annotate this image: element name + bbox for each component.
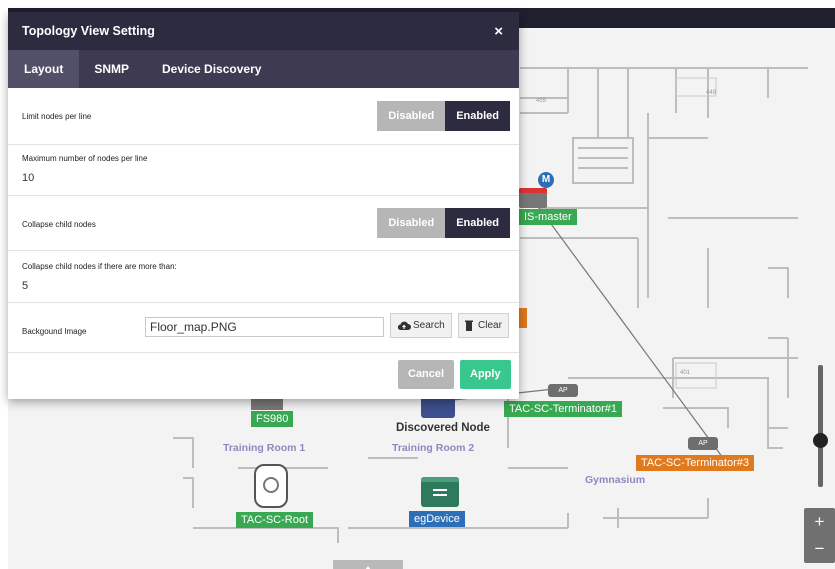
node-label-tac-sc-root[interactable]: TAC-SC-Root (236, 512, 314, 528)
router-icon[interactable] (254, 464, 288, 508)
background-image-row: Backgound Image Floor_map.PNG Search Cle… (8, 303, 519, 353)
pan-up-button[interactable] (333, 560, 403, 569)
room-number: 455 (536, 98, 547, 104)
cloud-upload-icon (397, 321, 411, 330)
node-label-egdevice[interactable]: egDevice (409, 511, 465, 527)
collapse-threshold-row: Collapse child nodes if there are more t… (8, 251, 519, 303)
node-label-discovered[interactable]: Discovered Node (396, 422, 490, 434)
device-icon[interactable] (421, 477, 459, 507)
background-image-input[interactable]: Floor_map.PNG (145, 317, 384, 337)
zoom-in-button[interactable]: + (804, 508, 835, 535)
tab-layout[interactable]: Layout (8, 50, 80, 88)
room-label: Gymnasium (585, 474, 646, 486)
limit-nodes-row: Limit nodes per line Disabled Enabled (8, 88, 519, 145)
limit-nodes-disabled-button[interactable]: Disabled (377, 101, 446, 131)
room-label: Training Room 2 (392, 442, 475, 454)
dialog-footer: Cancel Apply (8, 353, 519, 393)
dialog-title: Topology View Setting (22, 24, 155, 38)
cancel-button[interactable]: Cancel (398, 360, 455, 389)
collapse-threshold-label: Collapse child nodes if there are more t… (22, 262, 177, 271)
max-nodes-input[interactable]: 10 (22, 172, 505, 184)
room-number: 401 (680, 370, 691, 376)
collapse-child-disabled-button[interactable]: Disabled (377, 208, 446, 238)
switch-icon[interactable] (519, 188, 547, 208)
tab-device-discovery[interactable]: Device Discovery (147, 50, 276, 88)
tab-snmp[interactable]: SNMP (79, 50, 147, 88)
apply-button[interactable]: Apply (460, 360, 511, 389)
node-label-fs980[interactable]: FS980 (251, 411, 294, 427)
network-icon[interactable] (421, 396, 455, 418)
access-point-icon[interactable]: AP (548, 384, 578, 397)
max-nodes-label: Maximum number of nodes per line (22, 154, 148, 163)
zoom-slider-handle[interactable] (813, 433, 828, 448)
room-number: 449 (706, 90, 717, 96)
close-button[interactable]: × (494, 23, 503, 40)
room-label: Training Room 1 (223, 442, 306, 454)
trash-icon (465, 320, 473, 331)
limit-nodes-toggle: Disabled Enabled (377, 101, 510, 131)
search-button[interactable]: Search (390, 313, 452, 338)
node-label-is-master[interactable]: IS-master (519, 209, 577, 225)
tab-bar: Layout SNMP Device Discovery (8, 50, 519, 88)
topology-view-setting-dialog: Topology View Setting × Layout SNMP Devi… (8, 12, 519, 399)
manager-badge: M (538, 172, 554, 188)
clear-button[interactable]: Clear (458, 313, 509, 338)
zoom-slider-track[interactable] (818, 365, 823, 487)
collapse-child-enabled-button[interactable]: Enabled (445, 208, 510, 238)
max-nodes-row: Maximum number of nodes per line 10 (8, 145, 519, 196)
access-point-icon[interactable]: AP (688, 437, 718, 450)
node-label-terminator3[interactable]: TAC-SC-Terminator#3 (636, 455, 754, 471)
collapse-child-row: Collapse child nodes Disabled Enabled (8, 196, 519, 251)
limit-nodes-enabled-button[interactable]: Enabled (445, 101, 510, 131)
zoom-controls: + − (804, 508, 835, 563)
search-button-label: Search (413, 320, 445, 331)
clear-button-label: Clear (478, 320, 502, 331)
collapse-child-toggle: Disabled Enabled (377, 208, 510, 238)
node-label-terminator1[interactable]: TAC-SC-Terminator#1 (504, 401, 622, 417)
collapse-threshold-input[interactable]: 5 (22, 280, 505, 292)
dialog-header: Topology View Setting × (8, 12, 519, 50)
partial-node (519, 308, 527, 328)
zoom-out-button[interactable]: − (804, 535, 835, 562)
